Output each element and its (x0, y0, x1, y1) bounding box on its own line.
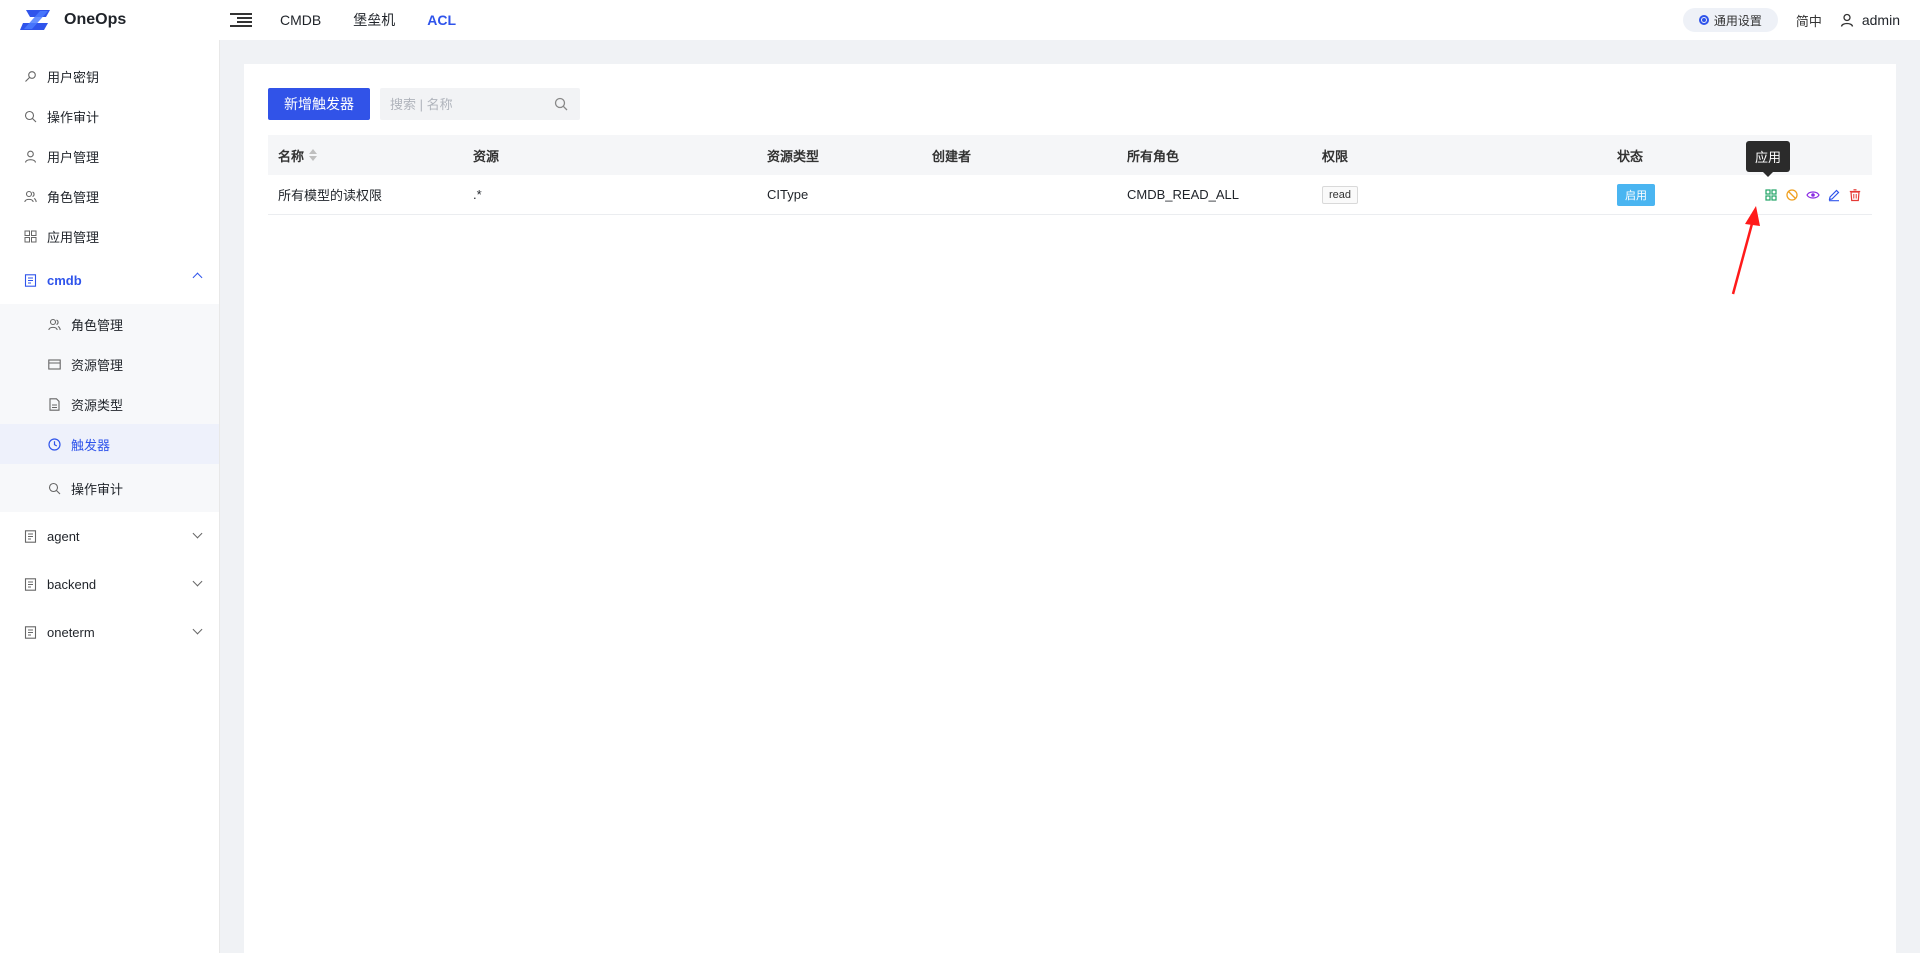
sidebar-item-label: 用户管理 (47, 149, 100, 165)
sidebar-item-label: 资源管理 (71, 357, 124, 373)
sidebar-group-backend[interactable]: backend (0, 560, 219, 608)
users-icon (48, 318, 61, 330)
document-icon (24, 529, 37, 543)
key-icon (25, 70, 36, 82)
view-eye-icon[interactable] (1806, 188, 1820, 202)
top-nav: CMDB 堡垒机 ACL (280, 10, 488, 30)
sidebar-item-label: 角色管理 (47, 189, 100, 205)
column-header-status: 状态 (1617, 148, 1644, 164)
sidebar-item-label: 操作审计 (47, 109, 100, 125)
chevron-down-icon (192, 528, 203, 539)
menu-collapse-icon[interactable] (230, 10, 252, 30)
sidebar-item-label: 操作审计 (71, 481, 124, 497)
user-icon (24, 150, 37, 163)
clock-icon (48, 437, 61, 451)
resource-icon (48, 358, 61, 370)
user-menu[interactable]: admin (1840, 12, 1900, 28)
app-name: OneOps (64, 11, 127, 28)
apply-tooltip: 应用 (1746, 141, 1791, 177)
sidebar-item-label: 触发器 (71, 437, 111, 453)
user-icon (1840, 13, 1854, 27)
oneops-logo-icon (20, 10, 50, 30)
delete-trash-icon[interactable] (1848, 188, 1862, 202)
column-header-name[interactable]: 名称 (268, 135, 463, 175)
status-badge: 启用 (1617, 183, 1655, 206)
document-icon (24, 577, 37, 591)
column-header-creator: 创建者 (932, 148, 972, 164)
sidebar-item-user-keys[interactable]: 用户密钥 (0, 56, 219, 96)
header-right: 通用设置 简中 admin (1682, 0, 1900, 40)
sidebar-item-cmdb-triggers[interactable]: 触发器 (0, 424, 219, 464)
cell-status: 启用 (1607, 175, 1742, 214)
add-trigger-button[interactable]: 新增触发器 (268, 88, 370, 120)
column-header-roles: 所有角色 (1127, 148, 1180, 164)
sidebar-group-oneterm[interactable]: oneterm (0, 608, 219, 656)
cell-creator (922, 175, 1117, 214)
search-icon (24, 110, 37, 122)
topnav-bastion[interactable]: 堡垒机 (353, 10, 395, 30)
edit-pencil-icon[interactable] (1827, 188, 1841, 202)
table-header: 名称 资源 资源类型 创建者 所有角色 权限 状态 (268, 135, 1872, 175)
topnav-cmdb[interactable]: CMDB (280, 12, 321, 28)
logo[interactable]: OneOps (0, 8, 220, 32)
search-input[interactable] (380, 88, 580, 120)
sort-icon[interactable] (309, 149, 318, 161)
sidebar-item-label: 资源类型 (71, 397, 124, 413)
chevron-down-icon (192, 624, 203, 635)
sidebar-group-label: agent (47, 528, 80, 544)
sidebar-group-label: cmdb (47, 272, 82, 288)
apply-grid-icon[interactable] (1764, 188, 1778, 202)
sidebar-group-agent[interactable]: agent (0, 512, 219, 560)
trigger-table: 名称 资源 资源类型 创建者 所有角色 权限 状态 所有模型的读权限 .* CI… (268, 135, 1872, 215)
sidebar-item-cmdb-audit[interactable]: 操作审计 (0, 464, 219, 512)
topnav-acl[interactable]: ACL (427, 12, 456, 28)
file-icon (49, 397, 60, 411)
document-icon (24, 273, 37, 287)
sidebar-item-app-management[interactable]: 应用管理 (0, 216, 219, 256)
sidebar-item-user-management[interactable]: 用户管理 (0, 136, 219, 176)
annotation-arrow-icon (1731, 206, 1760, 295)
sidebar-item-label: 角色管理 (71, 317, 124, 333)
search-icon (48, 482, 61, 494)
document-icon (24, 625, 37, 639)
sidebar-item-role-management[interactable]: 角色管理 (0, 176, 219, 216)
toolbar: 新增触发器 (268, 88, 580, 120)
sidebar-group-label: oneterm (47, 624, 95, 640)
cell-permission: read (1312, 175, 1607, 214)
general-settings-button[interactable]: 通用设置 (1682, 8, 1778, 32)
table-row: 所有模型的读权限 .* CIType CMDB_READ_ALL read 启用 (268, 175, 1872, 215)
top-header: OneOps CMDB 堡垒机 ACL 通用设置 简中 admin (0, 0, 1920, 40)
permission-tag: read (1322, 185, 1359, 204)
column-header-permission: 权限 (1322, 148, 1349, 164)
sidebar-item-audit[interactable]: 操作审计 (0, 96, 219, 136)
disable-icon[interactable] (1785, 188, 1799, 202)
row-actions (1764, 188, 1869, 202)
sidebar-item-cmdb-resource-types[interactable]: 资源类型 (0, 384, 219, 424)
apps-icon (24, 230, 37, 242)
sidebar-group-label: backend (47, 576, 97, 592)
sidebar-group-cmdb[interactable]: cmdb (0, 256, 219, 304)
column-header-resource: 资源 (473, 148, 500, 164)
column-header-resource-type: 资源类型 (767, 148, 820, 164)
users-icon (24, 190, 37, 202)
search-box (380, 88, 580, 120)
main-content: 新增触发器 名称 资源 资源类型 创建者 所有角色 权限 状态 所有模型的读权限… (244, 64, 1896, 953)
language-switch[interactable]: 简中 (1796, 11, 1822, 30)
sidebar-item-label: 应用管理 (47, 229, 100, 245)
chevron-up-icon (192, 272, 203, 283)
settings-icon (1698, 15, 1709, 25)
settings-label: 通用设置 (1713, 13, 1762, 28)
sidebar-item-cmdb-resources[interactable]: 资源管理 (0, 344, 219, 384)
cell-resource-type: CIType (767, 187, 809, 202)
cell-roles: CMDB_READ_ALL (1127, 187, 1239, 202)
cell-resource: .* (473, 187, 482, 202)
sidebar-item-label: 用户密钥 (47, 69, 100, 85)
sidebar-item-cmdb-roles[interactable]: 角色管理 (0, 304, 219, 344)
user-name: admin (1861, 12, 1900, 28)
cell-name: 所有模型的读权限 (278, 188, 383, 203)
chevron-down-icon (192, 576, 203, 587)
sidebar: 用户密钥 操作审计 用户管理 角色管理 应用管理 cmdb 角色管理 资源管理 … (0, 40, 220, 953)
search-icon[interactable] (554, 97, 568, 111)
